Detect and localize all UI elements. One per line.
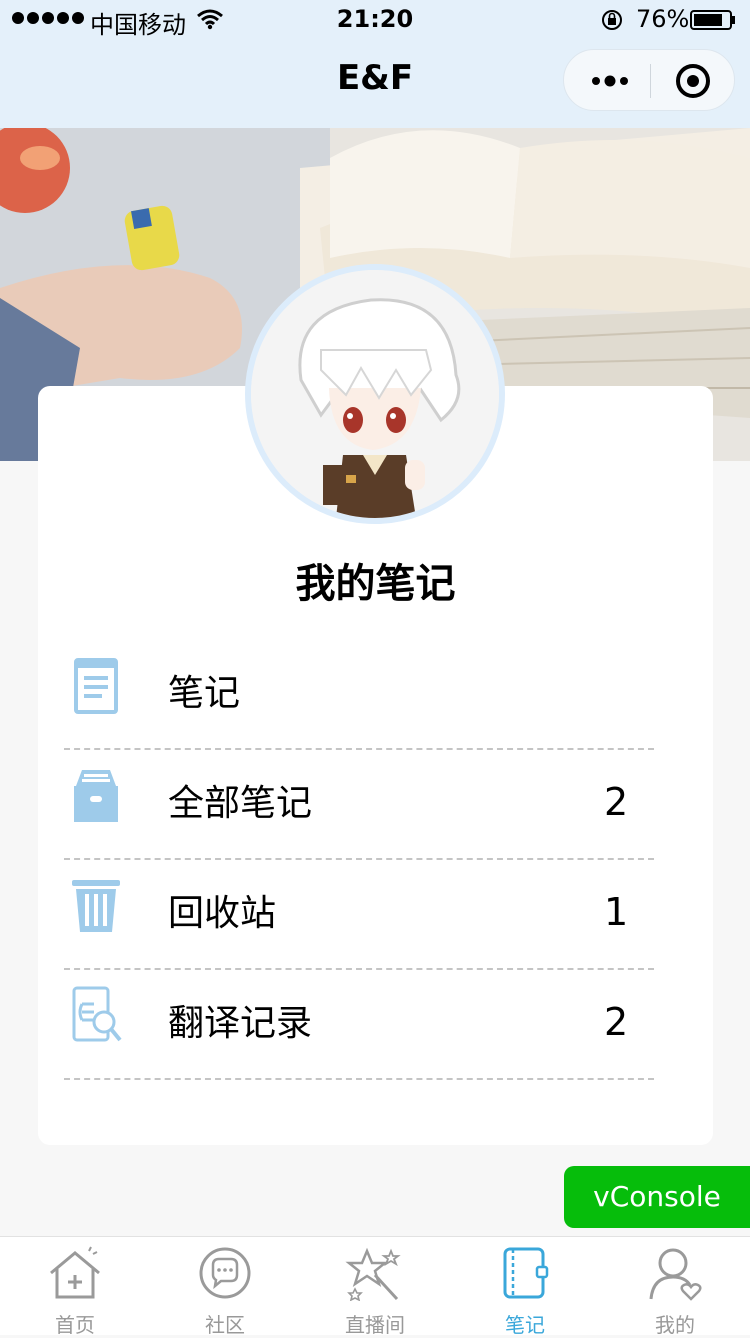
translate-search-icon	[72, 986, 122, 1042]
menu-item-translation-history[interactable]: 翻译记录 2	[64, 968, 654, 1080]
tab-notes[interactable]: 笔记	[450, 1237, 600, 1337]
user-heart-icon	[649, 1248, 702, 1301]
archive-box-icon	[74, 770, 118, 822]
close-miniprogram-icon[interactable]	[674, 62, 712, 100]
tab-home[interactable]: 首页	[0, 1237, 150, 1337]
menu-item-count: 2	[604, 1000, 629, 1044]
avatar[interactable]	[245, 264, 505, 524]
menu-item-notes[interactable]: 笔记	[64, 638, 654, 750]
tab-bar: 首页 社区 直播间 笔记 我的	[0, 1236, 750, 1337]
capsule-divider	[650, 64, 651, 98]
tab-live-room[interactable]: 直播间	[300, 1237, 450, 1337]
trash-icon	[72, 880, 120, 932]
tab-mine[interactable]: 我的	[600, 1237, 750, 1337]
menu-item-count: 2	[604, 780, 629, 824]
battery-icon	[690, 10, 735, 30]
chat-bubble-icon	[199, 1247, 251, 1299]
menu-item-count: 1	[604, 890, 629, 934]
menu-item-all-notes[interactable]: 全部笔记 2	[64, 748, 654, 860]
top-bar: 中国移动 21:20 76% E&F	[0, 0, 750, 128]
menu-item-label: 全部笔记	[168, 783, 313, 824]
battery-percent: 76%	[636, 5, 690, 33]
menu-item-label: 回收站	[168, 893, 277, 934]
menu-item-label: 翻译记录	[168, 1003, 313, 1044]
menu-item-recycle-bin[interactable]: 回收站 1	[64, 858, 654, 970]
card-title: 我的笔记	[295, 561, 456, 607]
notebook-icon	[503, 1247, 549, 1299]
miniprogram-capsule	[563, 49, 735, 111]
magic-wand-icon	[345, 1247, 401, 1301]
notebook-icon	[74, 658, 118, 714]
status-bar: 中国移动 21:20 76%	[0, 0, 750, 40]
menu-item-label: 笔记	[168, 673, 241, 714]
vconsole-button[interactable]: vConsole	[564, 1166, 750, 1228]
avatar-image	[251, 270, 499, 518]
more-options-icon[interactable]	[590, 68, 630, 94]
rotation-lock-icon	[602, 10, 622, 30]
home-icon	[50, 1246, 100, 1299]
tab-community[interactable]: 社区	[150, 1237, 300, 1337]
